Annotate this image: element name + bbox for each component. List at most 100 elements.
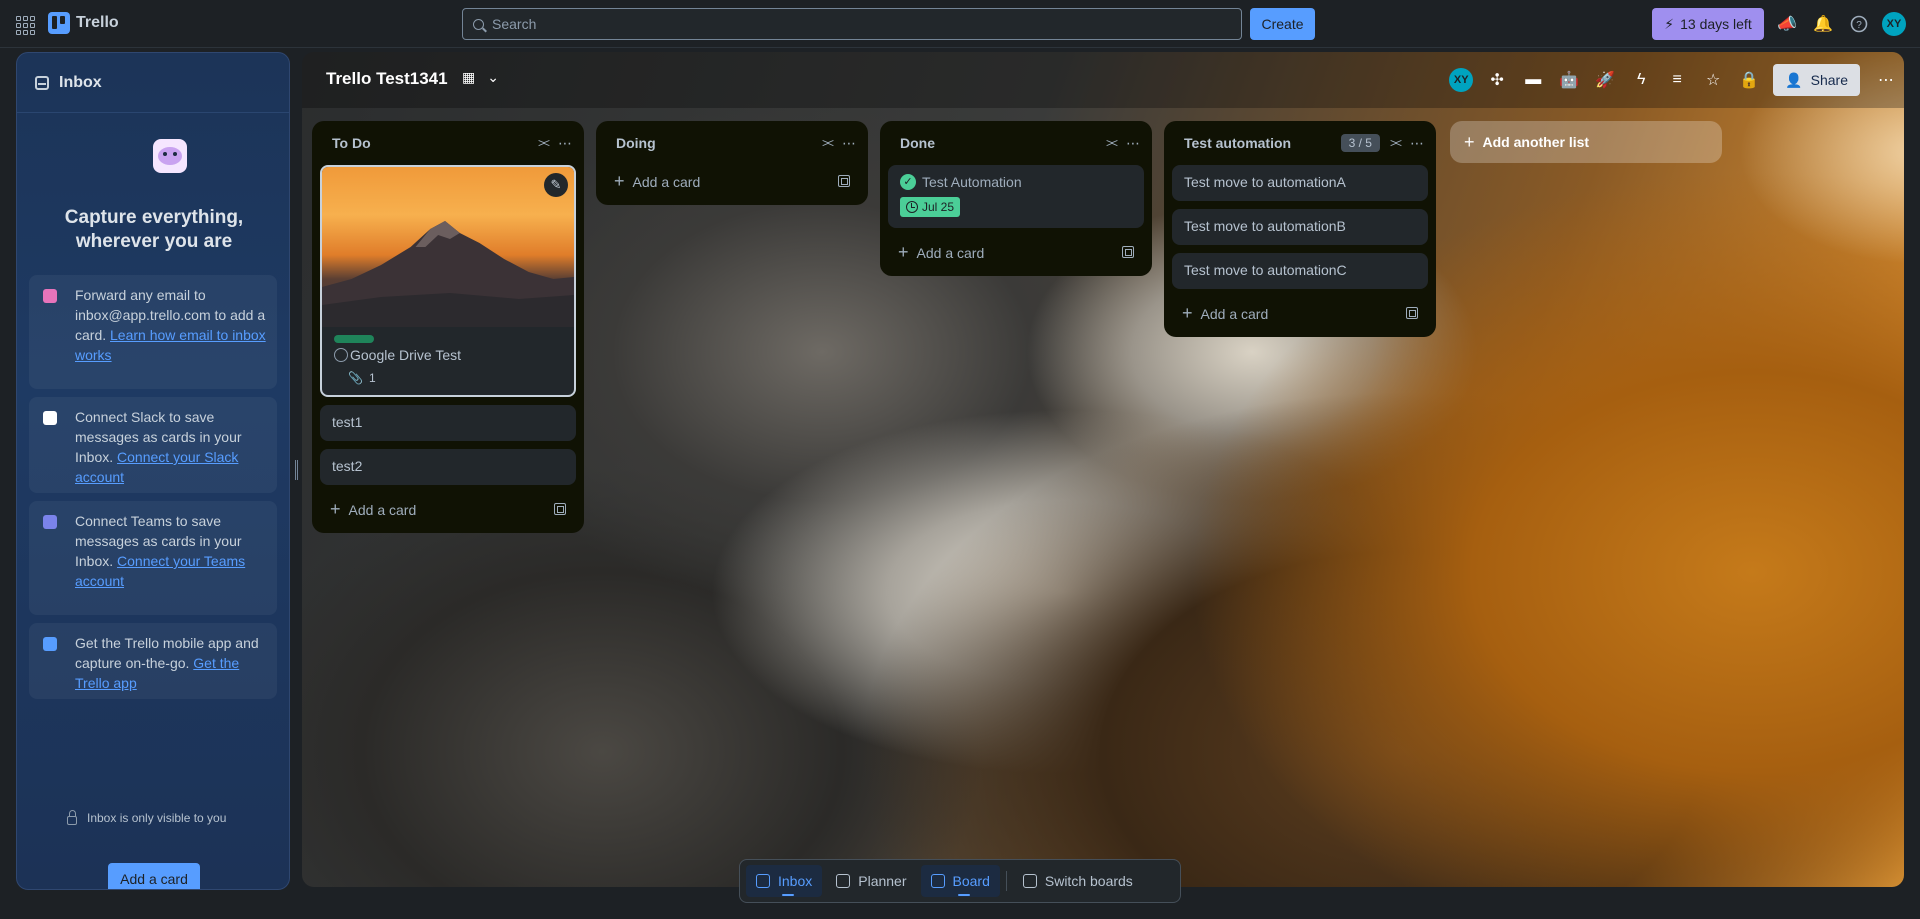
card-template-icon[interactable] bbox=[1406, 307, 1418, 319]
collapse-list-icon[interactable]: >< bbox=[1390, 136, 1402, 150]
trial-days-button[interactable]: ⚡ 13 days left bbox=[1652, 8, 1764, 40]
add-another-list-button[interactable]: + Add another list bbox=[1450, 121, 1722, 163]
inbox-title: Inbox bbox=[59, 73, 102, 91]
list-test-automation: Test automation 3 / 5 >< ⋯ Test move to … bbox=[1164, 121, 1436, 337]
visibility-lock-icon[interactable]: 🔒 bbox=[1731, 64, 1767, 96]
create-button[interactable]: Create bbox=[1250, 8, 1315, 40]
mascot-illustration bbox=[153, 139, 187, 173]
collapse-list-icon[interactable]: >< bbox=[822, 136, 834, 150]
list-title[interactable]: Test automation bbox=[1184, 135, 1291, 151]
edit-card-icon[interactable]: ✎ bbox=[544, 173, 568, 197]
help-icon[interactable]: ? bbox=[1847, 12, 1871, 36]
inbox-header: Inbox bbox=[17, 53, 289, 113]
card-automation-a[interactable]: Test move to automationA bbox=[1172, 165, 1428, 201]
add-card-button[interactable]: + Add a card bbox=[1182, 303, 1268, 324]
plus-icon: + bbox=[898, 241, 909, 262]
card-test1[interactable]: test1 bbox=[320, 405, 576, 441]
add-list-label: Add another list bbox=[1482, 134, 1590, 150]
list-menu-icon[interactable]: ⋯ bbox=[1410, 135, 1424, 152]
bell-icon[interactable]: 🔔 bbox=[1811, 12, 1835, 36]
list-title[interactable]: To Do bbox=[332, 135, 371, 151]
card-title: Test Automation bbox=[922, 173, 1022, 190]
switch-boards-button[interactable]: Switch boards bbox=[1013, 865, 1143, 897]
trello-logo[interactable]: Trello bbox=[48, 12, 119, 34]
filter-icon[interactable]: ≡ bbox=[1659, 64, 1695, 96]
card-template-icon[interactable] bbox=[1122, 246, 1134, 258]
card-title-row: Google Drive Test bbox=[322, 347, 574, 363]
trial-label: 13 days left bbox=[1680, 16, 1752, 32]
search-box[interactable] bbox=[462, 8, 1242, 40]
board-icon bbox=[930, 874, 945, 888]
sparkle-icon: ⚡ bbox=[1664, 15, 1675, 32]
account-avatar[interactable]: XY bbox=[1882, 12, 1906, 36]
email-icon bbox=[43, 289, 57, 303]
add-card-button[interactable]: + Add a card bbox=[330, 499, 416, 520]
slack-icon bbox=[43, 411, 57, 425]
inbox-panel: Inbox Capture everything, wherever you a… bbox=[16, 52, 290, 890]
slack-powerup-icon[interactable]: ✣ bbox=[1479, 64, 1515, 96]
board-view-switcher[interactable]: ▦ ⌄ bbox=[462, 69, 499, 86]
add-card-button[interactable]: + Add a card bbox=[898, 242, 984, 263]
complete-toggle-icon[interactable] bbox=[334, 348, 348, 362]
add-card-row: + Add a card bbox=[1172, 297, 1428, 329]
power-ups-rocket-icon[interactable]: 🚀 bbox=[1587, 64, 1623, 96]
list-title[interactable]: Doing bbox=[616, 135, 656, 151]
switch-planner[interactable]: Planner bbox=[826, 865, 916, 897]
switch-boards-icon bbox=[1022, 874, 1037, 888]
switch-board[interactable]: Board bbox=[920, 865, 1000, 897]
list-header: Doing >< ⋯ bbox=[596, 121, 868, 165]
inbox-icon bbox=[35, 75, 49, 90]
card-label-green[interactable] bbox=[334, 335, 374, 343]
attachment-count: 1 bbox=[368, 371, 376, 385]
card-template-icon[interactable] bbox=[838, 175, 850, 187]
add-card-button[interactable]: + Add a card bbox=[614, 171, 700, 192]
card-limit-badge: 3 / 5 bbox=[1340, 134, 1380, 152]
list-menu-icon[interactable]: ⋯ bbox=[558, 135, 572, 152]
card-test2[interactable]: test2 bbox=[320, 449, 576, 485]
completed-check-icon[interactable]: ✓ bbox=[900, 173, 916, 190]
app-name: Trello bbox=[76, 14, 119, 31]
list-title[interactable]: Done bbox=[900, 135, 935, 151]
add-card-row: + Add a card bbox=[320, 493, 576, 525]
star-icon[interactable]: ☆ bbox=[1695, 64, 1731, 96]
megaphone-icon[interactable]: 📣 bbox=[1775, 12, 1799, 36]
plus-icon: + bbox=[330, 498, 341, 519]
panel-resize-handle[interactable] bbox=[295, 460, 298, 480]
board-title[interactable]: Trello Test1341 bbox=[326, 69, 448, 89]
card-template-icon[interactable] bbox=[554, 503, 566, 515]
butler-robot-icon[interactable]: 🤖 bbox=[1551, 64, 1587, 96]
board-view-icon: ▦ bbox=[462, 69, 476, 85]
card-automation-c[interactable]: Test move to automationC bbox=[1172, 253, 1428, 289]
teams-tip: Connect Teams to save messages as cards … bbox=[29, 501, 277, 615]
list-header: Done >< ⋯ bbox=[880, 121, 1152, 165]
list-menu-icon[interactable]: ⋯ bbox=[1126, 135, 1140, 152]
more-menu-icon[interactable]: ⋯ bbox=[1868, 64, 1904, 96]
search-input[interactable] bbox=[492, 16, 1241, 32]
share-label: Share bbox=[1810, 72, 1848, 88]
share-button[interactable]: 👤 Share bbox=[1773, 64, 1860, 96]
member-avatar[interactable]: XY bbox=[1443, 64, 1479, 96]
inbox-icon bbox=[756, 874, 770, 888]
card-google-drive-test[interactable]: ✎ Google Drive Test 📎 1 bbox=[320, 165, 576, 397]
mobile-app-tip: Get the Trello mobile app and capture on… bbox=[29, 623, 277, 699]
automation-bolt-icon[interactable]: ϟ bbox=[1623, 64, 1659, 96]
calendar-icon bbox=[836, 874, 851, 888]
collapse-list-icon[interactable]: >< bbox=[1106, 136, 1118, 150]
switch-inbox[interactable]: Inbox bbox=[746, 865, 823, 897]
card-automation-b[interactable]: Test move to automationB bbox=[1172, 209, 1428, 245]
slack-tip: Connect Slack to save messages as cards … bbox=[29, 397, 277, 493]
view-switcher-bar: Inbox Planner Board Switch boards bbox=[739, 859, 1181, 903]
due-date-badge[interactable]: Jul 25 bbox=[900, 197, 961, 217]
card-test-automation[interactable]: ✓ Test Automation Jul 25 bbox=[888, 165, 1144, 228]
board-header-actions: XY ✣ ▬ 🤖 🚀 ϟ ≡ ☆ 🔒 👤 Share ⋯ bbox=[1443, 64, 1904, 96]
top-navigation: Trello Create ⚡ 13 days left 📣 🔔 ? XY bbox=[0, 0, 1920, 48]
apps-grid-icon[interactable] bbox=[12, 12, 36, 36]
card-view-icon[interactable]: ▬ bbox=[1515, 64, 1551, 96]
card-title: Google Drive Test bbox=[350, 347, 462, 363]
paperclip-icon: 📎 bbox=[348, 371, 363, 385]
list-menu-icon[interactable]: ⋯ bbox=[842, 135, 856, 152]
plus-icon: + bbox=[1182, 302, 1193, 323]
inbox-add-card-button[interactable]: Add a card bbox=[108, 863, 200, 889]
collapse-list-icon[interactable]: >< bbox=[538, 136, 550, 150]
lock-icon bbox=[67, 809, 77, 825]
